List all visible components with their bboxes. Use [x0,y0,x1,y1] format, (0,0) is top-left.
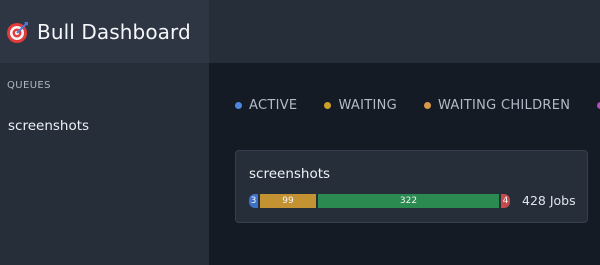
queue-name[interactable]: screenshots [249,166,330,182]
legend-item-active: ACTIVE [235,98,297,113]
legend-dot [235,102,242,109]
failed-count-segment[interactable]: 4 [501,193,510,208]
sidebar-item-screenshots[interactable]: screenshots [8,118,89,134]
app-title: Bull Dashboard [37,19,191,44]
status-legend: ACTIVE WAITING WAITING CHILDREN P [235,98,600,113]
queues-heading: QUEUES [7,80,51,91]
completed-count-segment[interactable]: 322 [318,193,499,208]
target-icon [6,20,30,44]
legend-dot [324,102,332,109]
queue-card-screenshots[interactable]: screenshots 3 99 322 4 428 Jobs [235,150,588,223]
active-count-segment[interactable]: 3 [249,193,258,208]
legend-item-waiting: WAITING [324,98,397,113]
legend-label: WAITING [338,98,397,113]
top-header [209,0,600,63]
job-status-bar: 3 99 322 4 428 Jobs [249,193,576,208]
waiting-count-segment[interactable]: 99 [260,193,316,208]
total-jobs-count: 428 Jobs [522,193,576,208]
legend-label: ACTIVE [249,98,298,113]
brand-header[interactable]: Bull Dashboard [0,0,209,63]
legend-label: WAITING CHILDREN [437,98,571,113]
legend-dot [423,102,431,109]
legend-item-waiting-children: WAITING CHILDREN [423,98,571,113]
sidebar: Bull Dashboard QUEUES screenshots [0,0,209,265]
